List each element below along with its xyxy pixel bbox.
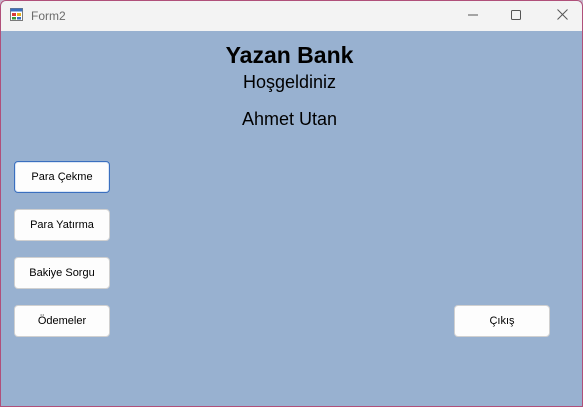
user-name-label: Ahmet Utan: [241, 109, 338, 129]
form-client-area: Yazan Bank Hoşgeldiniz Ahmet Utan Para Ç…: [1, 31, 582, 406]
welcome-label: Hoşgeldiniz: [242, 72, 337, 92]
window-title: Form2: [31, 9, 66, 23]
withdraw-button[interactable]: Para Çekme: [14, 161, 110, 193]
maximize-button[interactable]: [493, 1, 539, 31]
exit-button[interactable]: Çıkış: [454, 305, 550, 337]
minimize-button[interactable]: [450, 1, 496, 31]
minimize-icon: [468, 7, 478, 25]
form2-window: Form2 Yazan Bank Hoşgeldiniz Ahmet Utan …: [0, 0, 583, 407]
winforms-app-icon: [10, 8, 23, 21]
maximize-icon: [511, 7, 521, 25]
close-button[interactable]: [539, 1, 582, 31]
deposit-button[interactable]: Para Yatırma: [14, 209, 110, 241]
close-icon: [556, 7, 568, 25]
title-bar[interactable]: Form2: [1, 1, 582, 31]
balance-inquiry-button[interactable]: Bakiye Sorgu: [14, 257, 110, 289]
bank-name-label: Yazan Bank: [225, 42, 354, 68]
payments-button[interactable]: Ödemeler: [14, 305, 110, 337]
